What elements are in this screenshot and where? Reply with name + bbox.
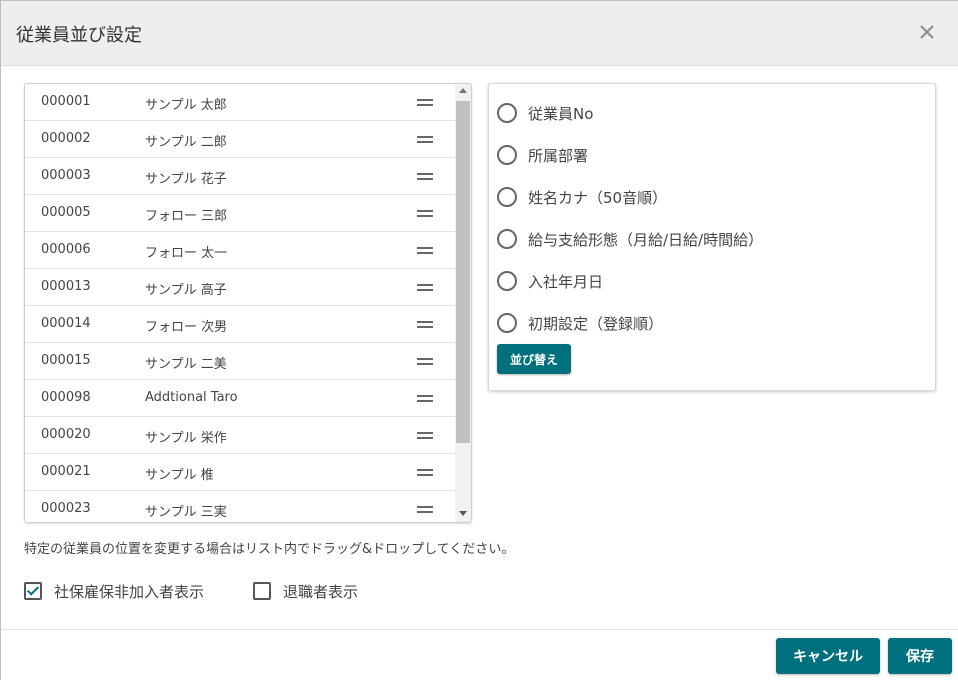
employee-row[interactable]: 000013 サンプル 高子 bbox=[25, 269, 455, 306]
close-icon[interactable] bbox=[916, 21, 938, 43]
employee-id: 000098 bbox=[41, 390, 91, 405]
drag-drop-hint: 特定の従業員の位置を変更する場合はリスト内でドラッグ&ドロップしてください。 bbox=[24, 542, 515, 557]
social-insurance-checkbox[interactable] bbox=[24, 582, 42, 600]
employee-id: 000014 bbox=[41, 316, 91, 331]
scroll-thumb[interactable] bbox=[456, 101, 470, 443]
employee-name: サンプル 栄作 bbox=[145, 431, 227, 446]
sort-option-label: 入社年月日 bbox=[528, 273, 604, 291]
dialog-title: 従業員並び設定 bbox=[16, 25, 142, 46]
drag-handle-icon[interactable] bbox=[417, 247, 435, 255]
employee-row[interactable]: 000021 サンプル 椎 bbox=[25, 454, 455, 491]
radio-circle-icon[interactable] bbox=[497, 271, 517, 291]
drag-handle-icon[interactable] bbox=[417, 210, 435, 218]
employee-row[interactable]: 000020 サンプル 栄作 bbox=[25, 417, 455, 454]
employee-id: 000020 bbox=[41, 427, 91, 442]
checkmark-icon bbox=[26, 583, 40, 596]
drag-handle-icon[interactable] bbox=[417, 469, 435, 477]
employee-id: 000006 bbox=[41, 242, 91, 257]
employee-name: フォロー 太一 bbox=[145, 246, 228, 261]
employee-name: フォロー 三郎 bbox=[145, 209, 228, 224]
employee-name: サンプル 太郎 bbox=[145, 98, 227, 113]
employee-order-dialog: 従業員並び設定 000001 サンプル 太郎 000002 サンプル 二郎 000003… bbox=[0, 0, 958, 680]
employee-name: サンプル 高子 bbox=[145, 283, 227, 298]
employee-row[interactable]: 000002 サンプル 二郎 bbox=[25, 121, 455, 158]
social-insurance-label: 社保雇保非加入者表示 bbox=[54, 583, 205, 601]
radio-circle-icon[interactable] bbox=[497, 313, 517, 333]
sort-option-label: 初期設定（登録順） bbox=[528, 315, 664, 333]
sort-options-panel: 従業員No 所属部署姓名カナ（50音順） 給与支給形態（月給/日給/時間給） 入社年月… bbox=[488, 83, 936, 391]
employee-id: 000023 bbox=[41, 501, 91, 516]
employee-row[interactable]: 000006 フォロー 太一 bbox=[25, 232, 455, 269]
employee-name: フォロー 次男 bbox=[145, 320, 228, 335]
radio-circle-icon[interactable] bbox=[497, 229, 517, 249]
retired-label: 退職者表示 bbox=[283, 583, 359, 601]
footer-divider bbox=[1, 629, 958, 630]
employee-name: サンプル 椎 bbox=[145, 468, 214, 483]
retired-checkbox[interactable] bbox=[253, 582, 271, 600]
sort-option-label: 給与支給形態（月給/日給/時間給） bbox=[528, 231, 764, 249]
sort-option-label: 従業員No bbox=[528, 105, 594, 123]
radio-circle-icon[interactable] bbox=[497, 145, 517, 165]
drag-handle-icon[interactable] bbox=[417, 136, 435, 144]
drag-handle-icon[interactable] bbox=[417, 432, 435, 440]
cancel-button[interactable]: キャンセル bbox=[776, 638, 880, 674]
scroll-up-arrow-icon[interactable] bbox=[459, 88, 467, 93]
radio-circle-icon[interactable] bbox=[497, 103, 517, 123]
scroll-down-arrow-icon[interactable] bbox=[459, 511, 467, 516]
drag-handle-icon[interactable] bbox=[417, 358, 435, 366]
employee-row[interactable]: 000005 フォロー 三郎 bbox=[25, 195, 455, 232]
drag-handle-icon[interactable] bbox=[417, 321, 435, 329]
employee-id: 000013 bbox=[41, 279, 91, 294]
sort-option-label: 所属部署 bbox=[528, 147, 589, 165]
employee-list: 000001 サンプル 太郎 000002 サンプル 二郎 000003 サンプル 花子 0… bbox=[24, 83, 472, 523]
employee-name: サンプル 花子 bbox=[145, 172, 227, 187]
drag-handle-icon[interactable] bbox=[417, 99, 435, 107]
employee-row[interactable]: 000098 Addtional Taro bbox=[25, 380, 455, 417]
radio-circle-icon[interactable] bbox=[497, 187, 517, 207]
drag-handle-icon[interactable] bbox=[417, 506, 435, 514]
employee-id: 000003 bbox=[41, 168, 91, 183]
drag-handle-icon[interactable] bbox=[417, 173, 435, 181]
employee-id: 000005 bbox=[41, 205, 91, 220]
employee-row[interactable]: 000003 サンプル 花子 bbox=[25, 158, 455, 195]
employee-id: 000021 bbox=[41, 464, 91, 479]
employee-id: 000001 bbox=[41, 94, 91, 109]
sort-button[interactable]: 並び替え bbox=[497, 344, 571, 374]
employee-name: サンプル 三実 bbox=[145, 505, 227, 520]
employee-row[interactable]: 000015 サンプル 二美 bbox=[25, 343, 455, 380]
employee-id: 000015 bbox=[41, 353, 91, 368]
list-scrollbar[interactable] bbox=[455, 84, 471, 522]
employee-row[interactable]: 000023 サンプル 三実 bbox=[25, 491, 455, 522]
drag-handle-icon[interactable] bbox=[417, 395, 435, 403]
drag-handle-icon[interactable] bbox=[417, 284, 435, 292]
employee-row[interactable]: 000001 サンプル 太郎 bbox=[25, 84, 455, 121]
employee-name: サンプル 二郎 bbox=[145, 135, 227, 150]
employee-name: サンプル 二美 bbox=[145, 357, 227, 372]
employee-name: Addtional Taro bbox=[145, 390, 238, 405]
employee-rows: 000001 サンプル 太郎 000002 サンプル 二郎 000003 サンプル 花子 0… bbox=[25, 84, 455, 522]
dialog-header: 従業員並び設定 bbox=[1, 1, 958, 66]
employee-id: 000002 bbox=[41, 131, 91, 146]
save-button[interactable]: 保存 bbox=[888, 638, 952, 674]
sort-option-label: 姓名カナ（50音順） bbox=[528, 189, 668, 207]
employee-row[interactable]: 000014 フォロー 次男 bbox=[25, 306, 455, 343]
